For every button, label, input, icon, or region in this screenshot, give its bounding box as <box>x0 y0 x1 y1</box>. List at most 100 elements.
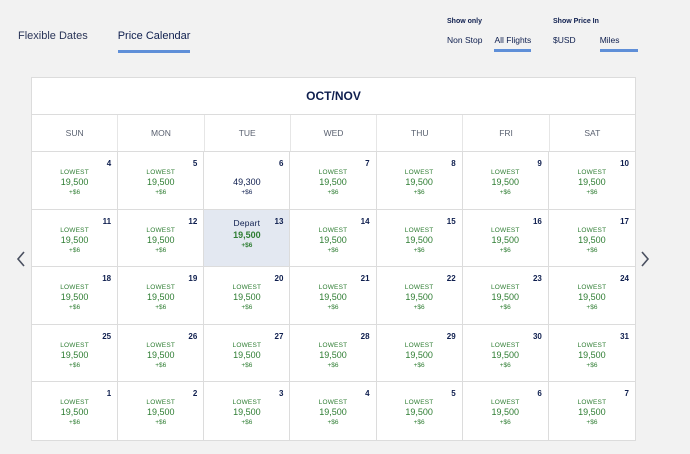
tax-amount: +$6 <box>586 246 598 254</box>
price-calendar: OCT/NOV SUN MON TUE WED THU FRI SAT 4 LOWEST 19,… <box>31 77 636 441</box>
miles-price: 19,500 <box>60 349 89 360</box>
tax-amount: +$6 <box>69 246 81 254</box>
day-number: 13 <box>274 216 284 226</box>
calendar-day-cell[interactable]: 1 LOWEST 19,500 +$6 <box>32 382 119 440</box>
day-number: 12 <box>188 216 198 226</box>
calendar-day-cell[interactable]: 17 LOWEST 19,500 +$6 <box>548 210 635 268</box>
price-miles-option[interactable]: Miles <box>599 35 638 52</box>
miles-price: 19,500 <box>233 349 261 360</box>
chevron-right-icon[interactable] <box>639 251 651 267</box>
calendar-day-cell[interactable]: 6 LOWEST 19,500 +$6 <box>463 382 549 440</box>
price-usd-option[interactable]: $USD <box>553 35 576 52</box>
calendar-day-cell[interactable]: 15 LOWEST 19,500 +$6 <box>376 209 463 268</box>
miles-price: 19,500 <box>405 407 433 418</box>
filter-all-flights[interactable]: All Flights <box>494 35 532 52</box>
tax-amount: +$6 <box>586 361 598 369</box>
day-number: 10 <box>620 159 629 168</box>
filter-non-stop[interactable]: Non Stop <box>447 35 482 52</box>
tab-price-calendar[interactable]: Price Calendar <box>117 30 191 53</box>
calendar-day-cell[interactable]: 7 LOWEST 19,500 +$6 <box>290 152 377 210</box>
lowest-label: LOWEST <box>318 169 348 176</box>
lowest-label: LOWEST <box>490 399 520 407</box>
weekday-label: WED <box>291 115 378 151</box>
calendar-day-cell[interactable]: 10 LOWEST 19,500 +$6 <box>548 152 635 210</box>
calendar-day-cell[interactable]: 30 LOWEST 19,500 +$6 <box>462 324 549 383</box>
miles-price: 19,500 <box>405 292 433 303</box>
calendar-day-cell[interactable]: 22 LOWEST 19,500 +$6 <box>376 267 463 325</box>
tax-amount: +$6 <box>413 419 425 427</box>
tax-amount: +$6 <box>155 304 167 312</box>
calendar-day-cell[interactable]: 20 LOWEST 19,500 +$6 <box>204 267 291 325</box>
tax-amount: +$6 <box>327 304 339 312</box>
miles-price: 19,500 <box>233 292 261 303</box>
calendar-day-cell[interactable]: 19 LOWEST 19,500 +$6 <box>118 267 205 325</box>
calendar-day-cell[interactable]: 29 LOWEST 19,500 +$6 <box>376 324 463 383</box>
miles-price: 19,500 <box>233 407 261 418</box>
day-number: 20 <box>274 274 284 284</box>
calendar-day-cell[interactable]: 11 LOWEST 19,500 +$6 <box>32 209 119 268</box>
day-number: 7 <box>365 159 370 168</box>
day-number: 18 <box>102 274 112 284</box>
tax-amount: +$6 <box>499 304 511 312</box>
miles-price: 19,500 <box>319 177 347 187</box>
lowest-label: LOWEST <box>232 399 262 407</box>
tax-amount: +$6 <box>69 361 81 369</box>
day-number: 1 <box>106 389 112 399</box>
calendar-day-cell[interactable]: 23 LOWEST 19,500 +$6 <box>462 267 549 325</box>
calendar-day-cell[interactable]: 7 LOWEST 19,500 +$6 <box>549 382 635 440</box>
lowest-label: LOWEST <box>60 341 89 349</box>
calendar-day-cell[interactable]: 21 LOWEST 19,500 +$6 <box>290 267 377 325</box>
calendar-day-cell[interactable]: 24 LOWEST 19,500 +$6 <box>548 267 635 325</box>
tax-amount: +$6 <box>499 246 511 254</box>
miles-price: 19,500 <box>60 407 89 418</box>
day-number: 28 <box>360 331 370 341</box>
tax-amount: +$6 <box>241 241 253 249</box>
tax-amount: +$6 <box>327 189 339 196</box>
calendar-day-cell[interactable]: 27 LOWEST 19,500 +$6 <box>204 324 291 383</box>
lowest-label: LOWEST <box>577 226 607 234</box>
calendar-day-cell[interactable]: 25 LOWEST 19,500 +$6 <box>32 324 119 383</box>
miles-price: 19,500 <box>146 177 175 187</box>
tab-flexible-dates[interactable]: Flexible Dates <box>18 30 88 53</box>
chevron-left-icon[interactable] <box>15 251 27 267</box>
weekday-label: THU <box>377 115 464 151</box>
day-number: 5 <box>451 389 456 399</box>
calendar-day-cell[interactable]: 3 LOWEST 19,500 +$6 <box>204 382 291 440</box>
calendar-day-cell[interactable]: 2 LOWEST 19,500 +$6 <box>118 382 205 440</box>
day-number: 31 <box>620 331 629 341</box>
calendar-day-cell[interactable]: 4 LOWEST 19,500 +$6 <box>290 382 377 440</box>
day-number: 24 <box>620 274 629 284</box>
calendar-day-cell[interactable]: 16 LOWEST 19,500 +$6 <box>462 209 549 268</box>
tax-amount: +$6 <box>241 189 253 196</box>
tax-amount: +$6 <box>586 304 598 312</box>
weekday-label: SAT <box>584 128 601 138</box>
show-only-filter: Show only Non Stop All Flights <box>447 18 543 52</box>
lowest-label: LOWEST <box>146 341 176 349</box>
tax-amount: +$6 <box>155 361 167 369</box>
miles-price: 19,500 <box>491 407 520 418</box>
miles-price: 19,500 <box>60 292 89 303</box>
miles-price: 19,500 <box>405 234 433 245</box>
tax-amount: +$6 <box>155 419 167 427</box>
calendar-day-cell[interactable]: 9 LOWEST 19,500 +$6 <box>462 152 549 210</box>
calendar-day-cell[interactable]: 28 LOWEST 19,500 +$6 <box>290 324 377 383</box>
calendar-day-cell[interactable]: 12 LOWEST 19,500 +$6 <box>118 209 205 268</box>
calendar-day-cell[interactable]: 5 LOWEST 19,500 +$6 <box>377 382 463 440</box>
lowest-label: LOWEST <box>490 284 520 292</box>
lowest-label: LOWEST <box>577 284 607 292</box>
tax-amount: +$6 <box>327 419 339 427</box>
calendar-day-cell[interactable]: 6 49,300 +$6 <box>204 152 291 210</box>
calendar-day-cell[interactable]: 8 LOWEST 19,500 +$6 <box>376 152 463 210</box>
calendar-day-cell[interactable]: 4 LOWEST 19,500 +$6 <box>32 152 119 210</box>
calendar-day-cell[interactable]: 26 LOWEST 19,500 +$6 <box>118 324 205 383</box>
lowest-label: LOWEST <box>60 226 89 234</box>
calendar-day-cell[interactable]: 14 LOWEST 19,500 +$6 <box>290 209 377 268</box>
calendar-day-cell[interactable]: 13 Depart 19,500 +$6 <box>204 209 291 268</box>
day-number: 6 <box>278 159 284 168</box>
calendar-day-cell[interactable]: 18 LOWEST 19,500 +$6 <box>32 267 119 325</box>
day-number: 30 <box>532 331 542 341</box>
miles-price: 19,500 <box>491 292 520 303</box>
calendar-day-cell[interactable]: 31 LOWEST 19,500 +$6 <box>548 325 635 383</box>
lowest-label: LOWEST <box>60 399 89 407</box>
calendar-day-cell[interactable]: 5 LOWEST 19,500 +$6 <box>118 152 205 210</box>
